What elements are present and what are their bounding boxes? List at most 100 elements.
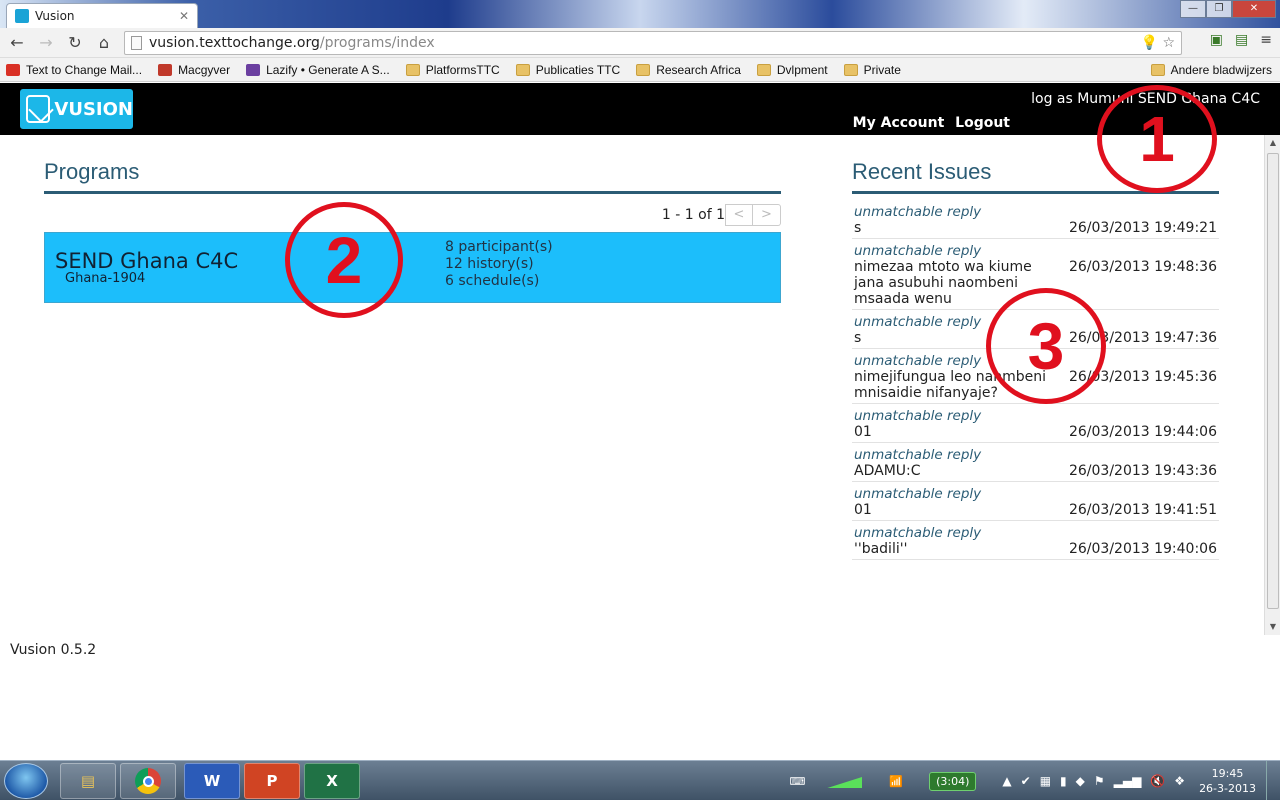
issue-message: ADAMU:C (854, 463, 921, 479)
bookmark-item[interactable]: PlatformsTTC (405, 62, 500, 77)
wireless-icon[interactable]: 📶 (889, 775, 903, 788)
reload-icon[interactable]: ↻ (64, 32, 86, 54)
issue-type: unmatchable reply (854, 408, 982, 424)
logout-link[interactable]: Logout (955, 115, 1010, 131)
minimize-button[interactable]: — (1180, 0, 1206, 18)
issue-type: unmatchable reply (854, 204, 982, 220)
issue-timestamp: 26/03/2013 19:48:36 (1068, 259, 1217, 275)
page-scrollbar[interactable]: ▲ ▼ (1264, 135, 1280, 635)
show-hidden-icons-icon[interactable]: ▲ (1002, 774, 1011, 788)
flag-icon[interactable]: ⚑ (1094, 774, 1105, 788)
address-bar[interactable]: vusion.texttochange.org/programs/index 💡… (124, 31, 1182, 55)
volume-muted-icon[interactable]: 🔇 (1150, 774, 1165, 788)
extension-icons: ▣ ▤ ≡ (1210, 32, 1272, 48)
tray-icons: ▲ ✔ ▦ ▮ ◆ ⚑ ▂▄▆ 🔇 ❖ (1002, 774, 1185, 788)
close-window-button[interactable]: ✕ (1232, 0, 1276, 18)
vusion-logo-icon (26, 95, 51, 123)
signal-bars-icon[interactable]: ▂▄▆ (1114, 774, 1142, 788)
scrollbar-thumb[interactable] (1267, 153, 1279, 609)
programs-section: Programs 1 - 1 of 1 < > SEND Ghana C4C G… (44, 159, 781, 303)
clock-date: 26-3-2013 (1199, 782, 1256, 795)
bookmark-item[interactable]: Dvlpment (756, 63, 828, 77)
other-bookmarks[interactable]: Andere bladwijzers (1150, 63, 1272, 77)
bookmark-item[interactable]: Macgyver (158, 63, 230, 77)
issue-item[interactable]: unmatchable reply 01 26/03/2013 19:44:06 (852, 404, 1219, 443)
battery-indicator[interactable]: (3:04) (929, 771, 977, 791)
excel-icon[interactable]: X (304, 763, 360, 799)
program-card[interactable]: SEND Ghana C4C Ghana-1904 8 participant(… (44, 232, 781, 303)
url-path: /programs/index (319, 35, 435, 51)
chrome-icon[interactable] (120, 763, 176, 799)
vusion-logo[interactable]: VUSION (20, 89, 133, 129)
issue-message: 01 (854, 502, 872, 518)
show-desktop-button[interactable] (1266, 761, 1280, 800)
issue-timestamp: 26/03/2013 19:49:21 (1068, 220, 1217, 236)
translate-icon[interactable]: ▤ (1235, 32, 1248, 48)
bookmark-item[interactable]: Lazify • Generate A S... (246, 63, 390, 77)
bookmark-item[interactable]: Research Africa (636, 63, 741, 77)
history-count[interactable]: 12 history(s) (445, 256, 553, 273)
issue-item[interactable]: unmatchable reply s 26/03/2013 19:49:21 (852, 200, 1219, 239)
logo-text: VUSION (54, 98, 133, 120)
bookmark-label: Macgyver (178, 62, 231, 77)
issue-timestamp: 26/03/2013 19:41:51 (1068, 502, 1217, 518)
scroll-up-icon[interactable]: ▲ (1265, 135, 1280, 151)
my-account-link[interactable]: My Account (853, 115, 945, 131)
bookmark-label: Publicaties TTC (535, 62, 621, 77)
annotation-3: 3 (986, 288, 1106, 404)
tab-title: Vusion (35, 9, 75, 23)
issue-item[interactable]: unmatchable reply ''badili'' 26/03/2013 19… (852, 521, 1219, 560)
folder-icon (636, 63, 651, 76)
omnibox-icons: 💡 ☆ (1141, 32, 1175, 54)
back-icon[interactable]: ← (6, 32, 28, 54)
next-page-button[interactable]: > (753, 204, 781, 226)
battery-icon[interactable]: ▮ (1060, 774, 1067, 788)
app-version: Vusion 0.5.2 (10, 642, 97, 658)
dropbox-icon[interactable]: ❖ (1174, 774, 1185, 788)
lazify-icon (246, 63, 261, 76)
bookmarks-bar: Text to Change Mail... Macgyver Lazify • G… (0, 58, 1280, 82)
tab-close-icon[interactable]: ✕ (179, 9, 189, 23)
security-icon[interactable]: ✔ (1021, 774, 1031, 788)
bookmark-item[interactable]: Private (843, 63, 901, 77)
extension-icon[interactable]: ▣ (1210, 32, 1223, 48)
keyboard-icon[interactable]: ⌨ (790, 775, 806, 788)
powerpoint-icon[interactable]: P (244, 763, 300, 799)
menu-icon[interactable]: ≡ (1260, 32, 1272, 48)
bookmark-label: Text to Change Mail... (26, 62, 143, 77)
issue-type: unmatchable reply (854, 243, 982, 259)
explorer-icon[interactable]: ▤ (60, 763, 116, 799)
schedule-count[interactable]: 6 schedule(s) (445, 273, 553, 290)
scroll-down-icon[interactable]: ▼ (1265, 619, 1280, 635)
issue-message: ''badili'' (854, 541, 908, 557)
browser-tab[interactable]: Vusion ✕ (6, 3, 198, 28)
issue-item[interactable]: unmatchable reply ADAMU:C 26/03/2013 19:43… (852, 443, 1219, 482)
pagination: 1 - 1 of 1 < > (44, 204, 781, 226)
bookmark-label: PlatformsTTC (425, 62, 500, 77)
annotation-2: 2 (285, 202, 403, 318)
clock[interactable]: 19:45 26-3-2013 (1199, 766, 1256, 796)
previous-page-button[interactable]: < (725, 204, 753, 226)
issue-item[interactable]: unmatchable reply 01 26/03/2013 19:41:51 (852, 482, 1219, 521)
bookmark-item[interactable]: Publicaties TTC (515, 62, 621, 77)
lightbulb-icon[interactable]: 💡 (1141, 35, 1158, 51)
word-icon[interactable]: W (184, 763, 240, 799)
network-icon[interactable]: ▦ (1040, 774, 1051, 788)
clock-time: 19:45 (1211, 767, 1244, 780)
app-header: VUSION log as Mumuni SEND Ghana C4C My A… (0, 83, 1280, 135)
maximize-button[interactable]: ❐ (1206, 0, 1232, 18)
browser-title-bar: Vusion ✕ — ❐ ✕ (0, 0, 1280, 28)
browser-toolbar: ← → ↻ ⌂ vusion.texttochange.org/programs… (0, 28, 1280, 58)
bookmark-star-icon[interactable]: ☆ (1162, 35, 1175, 51)
app-tray-icon[interactable]: ◆ (1076, 774, 1085, 788)
participant-count[interactable]: 8 participant(s) (445, 239, 553, 256)
page-icon (131, 36, 142, 50)
url-host: vusion.texttochange.org (149, 35, 320, 51)
home-icon[interactable]: ⌂ (93, 32, 115, 54)
program-name[interactable]: SEND Ghana C4C (55, 249, 238, 273)
issue-message: 01 (854, 424, 872, 440)
app-icon (158, 63, 173, 76)
forward-icon[interactable]: → (35, 32, 57, 54)
start-button[interactable] (4, 763, 48, 799)
bookmark-item[interactable]: Text to Change Mail... (6, 63, 142, 77)
